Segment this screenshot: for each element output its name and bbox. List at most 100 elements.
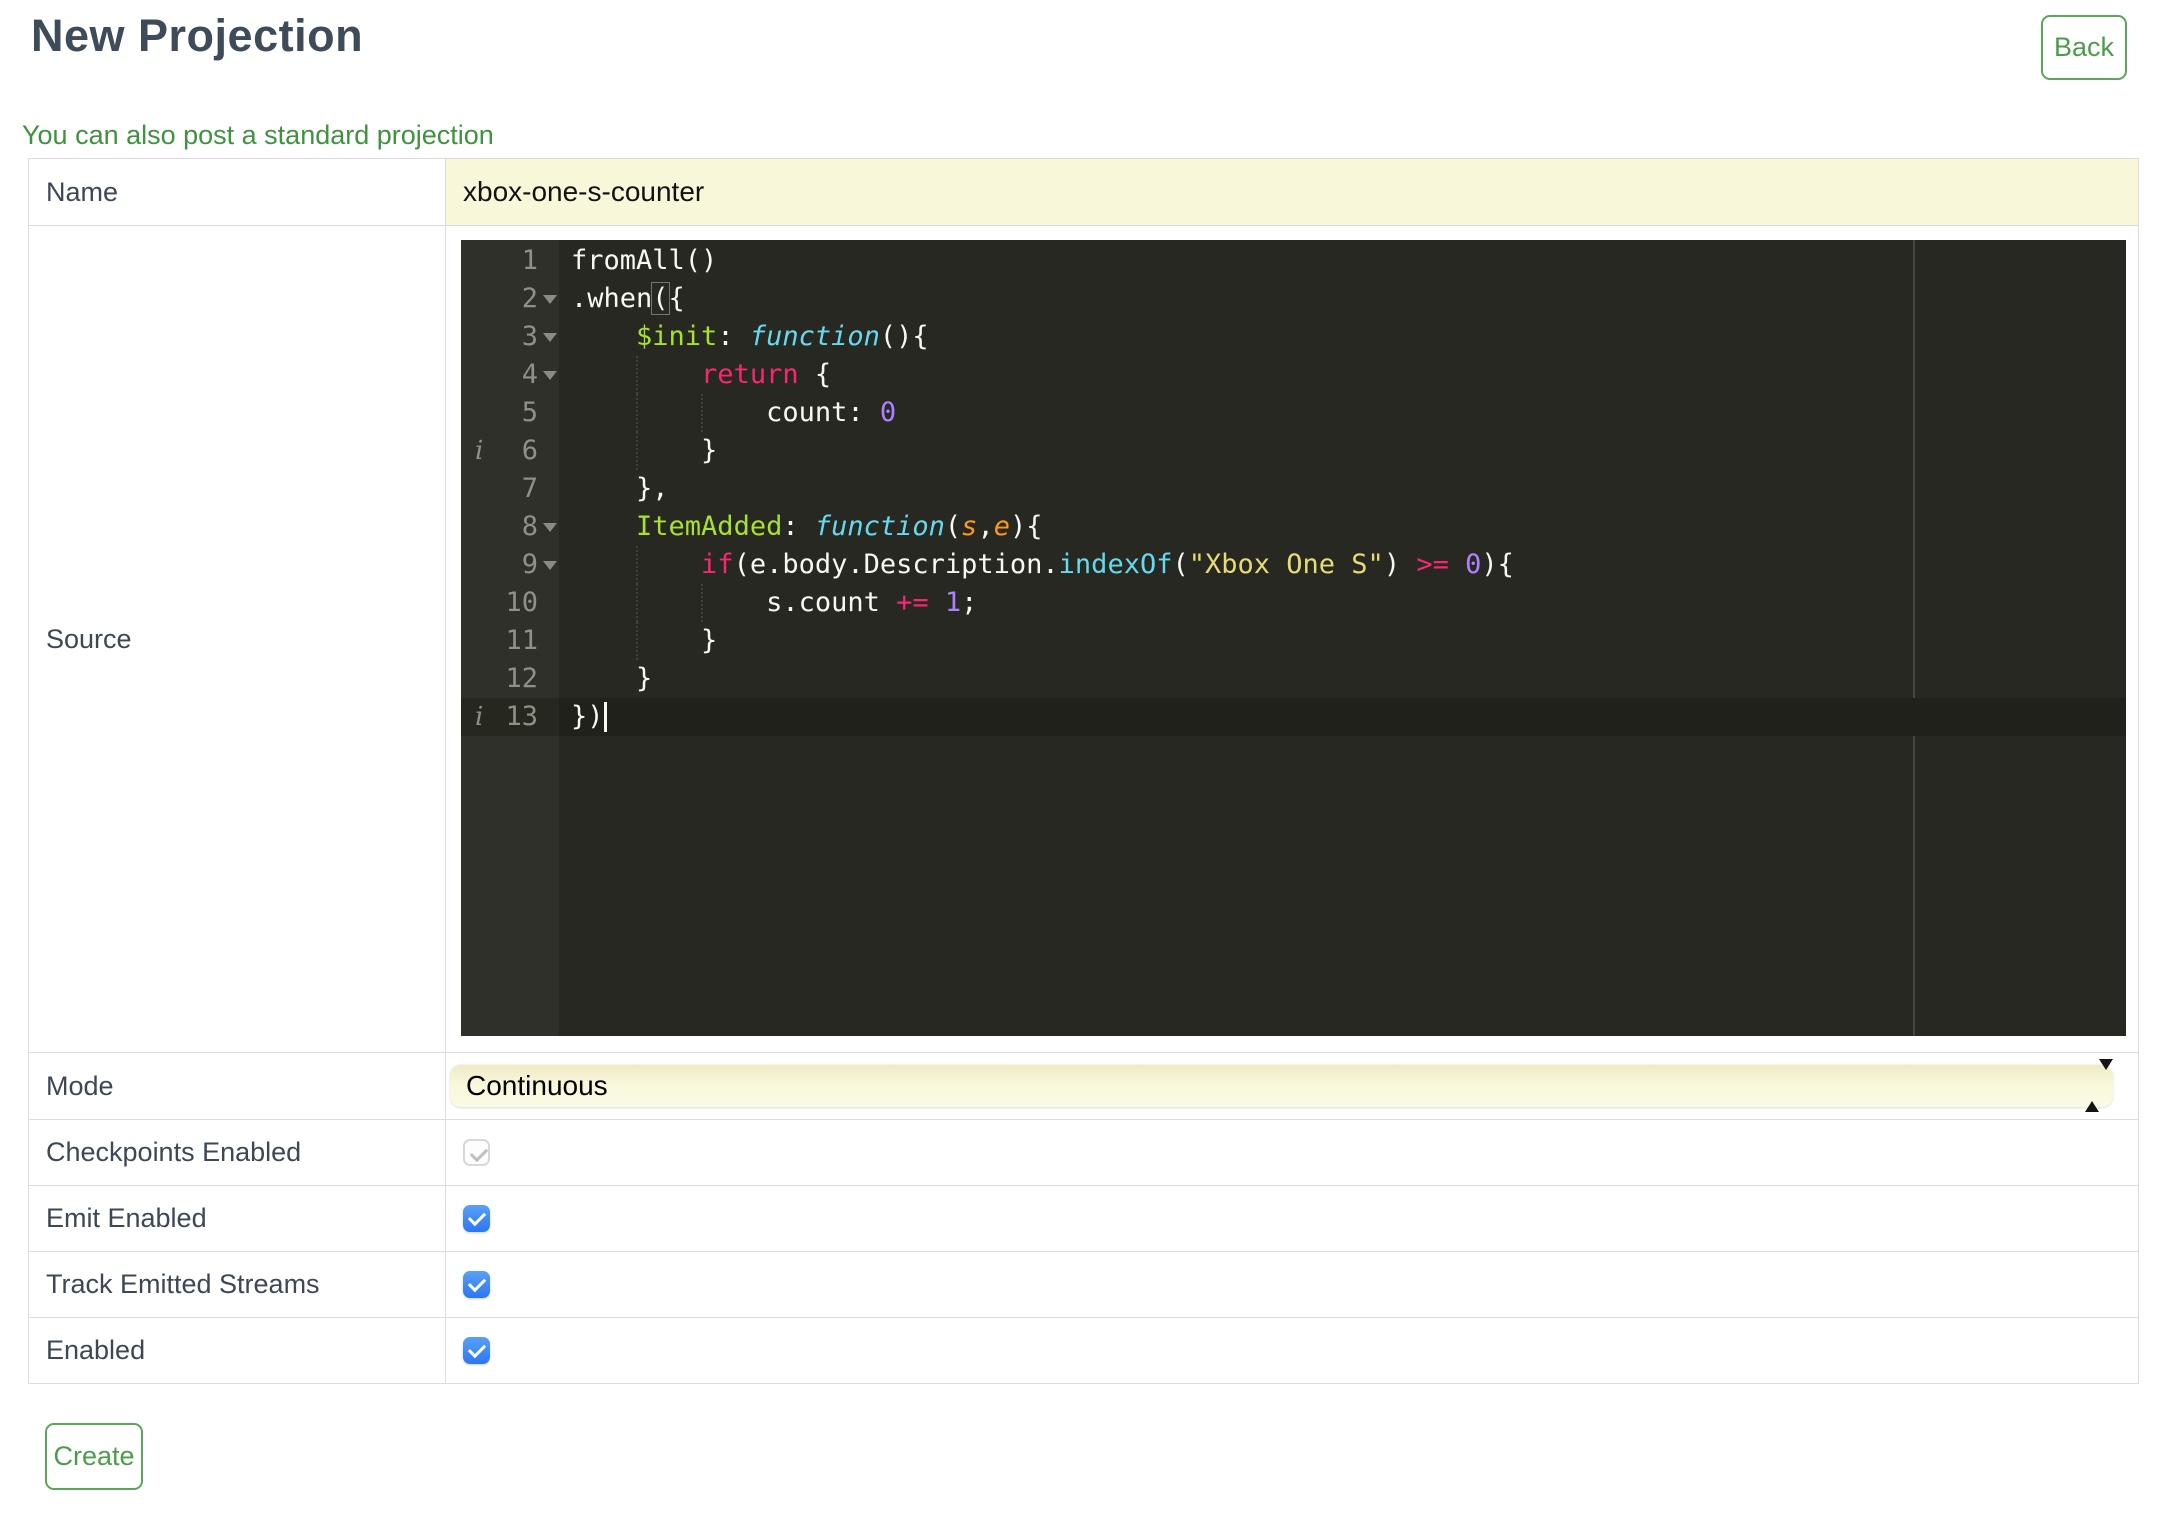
source-row: Source 1 fromAll() 2 .when({3 $init: functi… — [29, 226, 2138, 1053]
gutter-cell: 10 — [461, 584, 559, 622]
line-number: 12 — [505, 663, 538, 694]
line-number: 10 — [505, 587, 538, 618]
editor-line-9[interactable]: 9 if(e.body.Description.indexOf("Xbox On… — [461, 546, 2126, 584]
back-button[interactable]: Back — [2041, 15, 2127, 80]
mode-select[interactable]: Continuous — [450, 1058, 2113, 1112]
select-arrows-icon — [2085, 1058, 2113, 1112]
arrow-up-icon — [2085, 1069, 2099, 1112]
name-input-value: xbox-one-s-counter — [463, 176, 705, 207]
fold-caret-icon[interactable] — [543, 333, 557, 342]
editor-line-3[interactable]: 3 $init: function(){ — [461, 318, 2126, 356]
editor-line-2[interactable]: 2 .when({ — [461, 280, 2126, 318]
source-label: Source — [29, 226, 446, 1052]
indent-guide — [636, 546, 639, 584]
editor-line-6[interactable]: i6 } — [461, 432, 2126, 470]
fold-caret-icon[interactable] — [543, 371, 557, 380]
enabled-row: Enabled — [29, 1318, 2138, 1383]
code-line-text: if(e.body.Description.indexOf("Xbox One … — [701, 549, 1514, 580]
source-code-editor[interactable]: 1 fromAll() 2 .when({3 $init: function(){4 … — [461, 240, 2126, 1036]
code-line-text: $init: function(){ — [636, 321, 929, 352]
indent-guide — [636, 356, 639, 394]
line-number: 2 — [521, 283, 538, 314]
gutter-cell: 4 — [461, 356, 559, 394]
gutter-cell: i6 — [461, 432, 559, 470]
editor-line-12[interactable]: 12 } — [461, 660, 2126, 698]
indent-guide — [636, 394, 639, 432]
gutter-cell: 9 — [461, 546, 559, 584]
line-number: 3 — [521, 321, 538, 352]
code-line-text: return { — [701, 359, 832, 390]
editor-line-7[interactable]: 7 }, — [461, 470, 2126, 508]
line-number: 7 — [521, 473, 538, 504]
track-emitted-streams-row: Track Emitted Streams — [29, 1252, 2138, 1318]
gutter-cell: i 13 — [461, 698, 559, 736]
name-label: Name — [29, 159, 446, 225]
gutter-cell: 11 — [461, 622, 559, 660]
line-number: 5 — [521, 397, 538, 428]
fold-caret-icon[interactable] — [543, 561, 557, 570]
fold-caret-icon[interactable] — [543, 295, 557, 304]
indent-guide — [636, 584, 639, 622]
line-number: 8 — [521, 511, 538, 542]
line-number: 6 — [521, 435, 538, 466]
line-number: 13 — [505, 701, 538, 732]
enabled-checkbox[interactable] — [463, 1337, 490, 1364]
info-annotation-icon: i — [475, 436, 484, 466]
source-editor-lines: 1 fromAll() 2 .when({3 $init: function(){4 … — [461, 242, 2126, 736]
editor-line-4[interactable]: 4 return { — [461, 356, 2126, 394]
track-emitted-streams-label: Track Emitted Streams — [29, 1252, 446, 1317]
code-line-text: s.count += 1; — [571, 587, 978, 618]
emit-enabled-row: Emit Enabled — [29, 1186, 2138, 1252]
gutter-cell: 1 — [461, 242, 559, 280]
create-button[interactable]: Create — [45, 1423, 143, 1490]
arrow-down-icon — [2099, 1058, 2113, 1101]
mode-row: Mode Continuous — [29, 1053, 2138, 1120]
text-cursor — [603, 702, 607, 732]
mode-cell: Continuous — [446, 1053, 2138, 1119]
editor-line-8[interactable]: 8 ItemAdded: function(s,e){ — [461, 508, 2126, 546]
editor-line-10[interactable]: 10 s.count += 1; — [461, 584, 2126, 622]
mode-label: Mode — [29, 1053, 446, 1119]
new-projection-page: New Projection Back You can also post a … — [0, 0, 2166, 1513]
code-line-text: .when({ — [571, 282, 685, 315]
line-number: 1 — [521, 245, 538, 276]
gutter-cell: 12 — [461, 660, 559, 698]
code-line-text: ItemAdded: function(s,e){ — [636, 511, 1043, 542]
checkpoints-enabled-row: Checkpoints Enabled — [29, 1120, 2138, 1186]
checkpoints-enabled-label: Checkpoints Enabled — [29, 1120, 446, 1185]
mode-select-value: Continuous — [466, 1069, 608, 1101]
editor-line-11[interactable]: 11 } — [461, 622, 2126, 660]
enabled-label: Enabled — [29, 1318, 446, 1383]
code-line-text: }) — [559, 698, 607, 736]
indent-guide — [701, 584, 704, 622]
name-row: Name xbox-one-s-counter — [29, 159, 2138, 226]
gutter-cell: 8 — [461, 508, 559, 546]
code-line-text: }, — [571, 473, 669, 504]
indent-guide — [636, 622, 639, 660]
code-line-text: } — [571, 435, 718, 466]
checkpoints-enabled-checkbox — [463, 1139, 490, 1166]
gutter-cell: 7 — [461, 470, 559, 508]
editor-line-13[interactable]: i 13}) — [461, 698, 2126, 736]
line-number: 11 — [505, 625, 538, 656]
editor-line-1[interactable]: 1 fromAll() — [461, 242, 2126, 280]
line-number: 4 — [521, 359, 538, 390]
source-cell: 1 fromAll() 2 .when({3 $init: function(){4 … — [446, 226, 2138, 1052]
name-input[interactable]: xbox-one-s-counter — [446, 159, 2138, 225]
indent-guide — [636, 432, 639, 470]
code-line-text: fromAll() — [571, 245, 718, 276]
track-emitted-streams-checkbox[interactable] — [463, 1271, 490, 1298]
gutter-cell: 5 — [461, 394, 559, 432]
indent-guide — [701, 394, 704, 432]
line-number: 9 — [521, 549, 538, 580]
code-line-text: count: 0 — [571, 397, 897, 428]
emit-enabled-checkbox[interactable] — [463, 1205, 490, 1232]
info-annotation-icon: i — [475, 702, 484, 732]
page-title: New Projection — [31, 10, 364, 61]
standard-projection-link[interactable]: You can also post a standard projection — [22, 120, 494, 151]
editor-line-5[interactable]: 5 count: 0 — [461, 394, 2126, 432]
code-line-text: } — [571, 663, 653, 694]
gutter-cell: 3 — [461, 318, 559, 356]
fold-caret-icon[interactable] — [543, 523, 557, 532]
gutter-cell: 2 — [461, 280, 559, 318]
